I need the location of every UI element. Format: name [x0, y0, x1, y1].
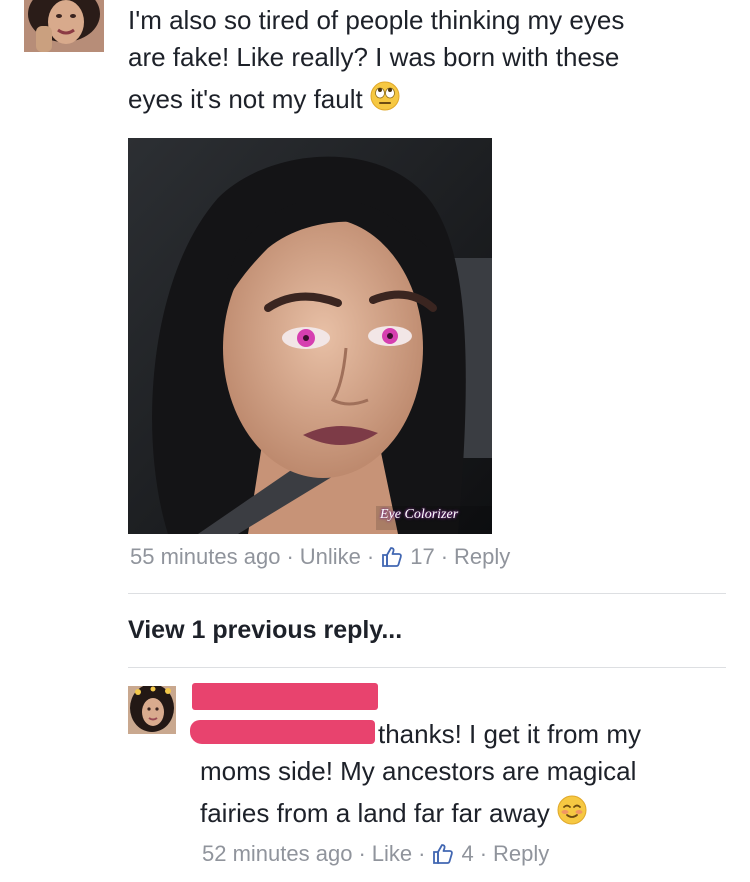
- view-previous-replies-link[interactable]: View 1 previous reply...: [128, 616, 402, 645]
- unlike-link[interactable]: Unlike: [300, 544, 361, 570]
- comment-body: I'm also so tired of people thinking my …: [128, 2, 728, 122]
- comment-line: are fake! Like really? I was born with t…: [128, 42, 620, 72]
- reply-timestamp[interactable]: 52 minutes ago: [202, 841, 352, 867]
- separator-dot: ·: [418, 841, 426, 866]
- reply-avatar[interactable]: [128, 686, 176, 734]
- photo-watermark: Eye Colorizer: [380, 507, 459, 522]
- divider: [128, 593, 726, 594]
- reply-meta: 52 minutes ago · Like · 4 · Reply: [202, 841, 549, 867]
- reply-line: thanks! I get it from my: [378, 719, 641, 749]
- reply-line: moms side! My ancestors are magical: [200, 756, 637, 786]
- redacted-name: [192, 683, 378, 710]
- separator-dot: ·: [479, 841, 488, 866]
- smiling-blush-emoji-icon: [556, 794, 588, 836]
- like-count[interactable]: 4: [461, 841, 473, 867]
- commenter-avatar[interactable]: [24, 0, 104, 52]
- comment-timestamp[interactable]: 55 minutes ago: [130, 544, 280, 570]
- comment-meta: 55 minutes ago · Unlike · 17 · Reply: [130, 544, 510, 570]
- separator-dot: ·: [440, 544, 449, 569]
- reply-link[interactable]: Reply: [454, 544, 510, 570]
- separator-dot: ·: [358, 841, 366, 866]
- rolling-eyes-emoji-icon: [369, 80, 401, 122]
- comment-line: I'm also so tired of people thinking my …: [128, 5, 625, 35]
- separator-dot: ·: [366, 544, 375, 569]
- reply-body: thanks! I get it from my moms side! My a…: [200, 716, 730, 836]
- divider: [128, 667, 726, 668]
- reply-link[interactable]: Reply: [493, 841, 549, 867]
- thumbs-up-icon[interactable]: [380, 545, 404, 569]
- thumbs-up-icon[interactable]: [431, 842, 455, 866]
- like-link[interactable]: Like: [372, 841, 412, 867]
- like-count[interactable]: 17: [410, 544, 434, 570]
- reply-line: fairies from a land far far away: [200, 794, 730, 836]
- separator-dot: ·: [286, 544, 294, 569]
- comment-photo[interactable]: Eye Colorizer: [128, 138, 492, 534]
- comment-line: eyes it's not my fault: [128, 80, 728, 122]
